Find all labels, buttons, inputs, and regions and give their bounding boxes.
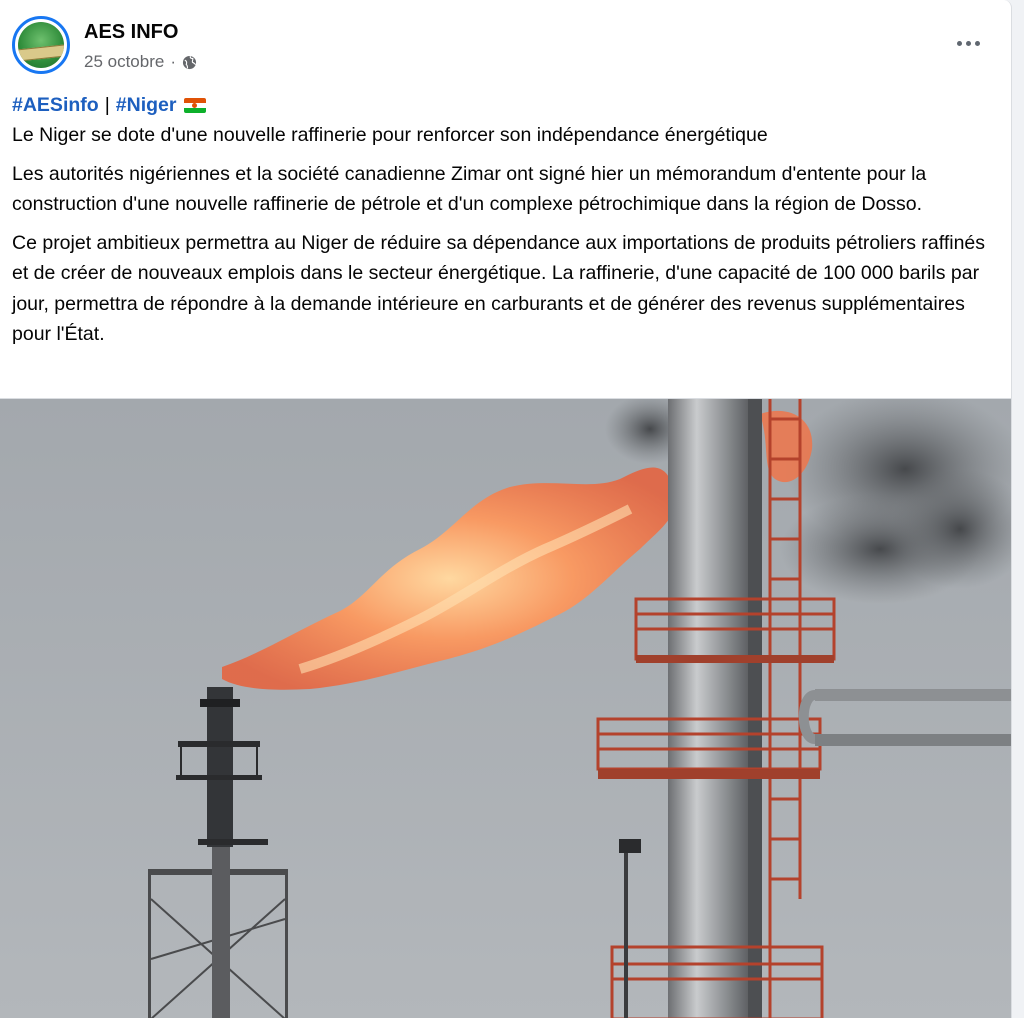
aes-info-logo [18,22,64,68]
hashtag-niger[interactable]: #Niger [116,90,177,121]
niger-flag-icon [184,97,207,113]
post-paragraph-1: Les autorités nigériennes et la société … [12,162,927,216]
refinery-flare-photo[interactable] [0,398,1011,1018]
post-header: AES INFO 25 octobre · [12,15,1007,77]
post-text: #AESinfo | #Niger Le Niger se dote d'une… [12,90,1002,350]
avatar[interactable] [12,16,70,74]
hashtag-aesinfo[interactable]: #AESinfo [12,90,99,121]
post-card: AES INFO 25 octobre · #AESinfo | #Niger … [0,0,1012,1018]
hashtag-separator: | [104,93,110,116]
post-title: Le Niger se dote d'une nouvelle raffiner… [12,124,768,146]
author-name[interactable]: AES INFO [84,21,178,44]
post-paragraph-2: Ce projet ambitieux permettra au Niger d… [12,231,986,346]
post-date[interactable]: 25 octobre [84,52,164,72]
globe-icon [182,55,197,70]
more-options-icon[interactable] [953,33,983,53]
meta-separator: · [170,52,177,71]
hashtags: #AESinfo | #Niger [12,90,1002,120]
post-meta: 25 octobre · [84,52,197,72]
